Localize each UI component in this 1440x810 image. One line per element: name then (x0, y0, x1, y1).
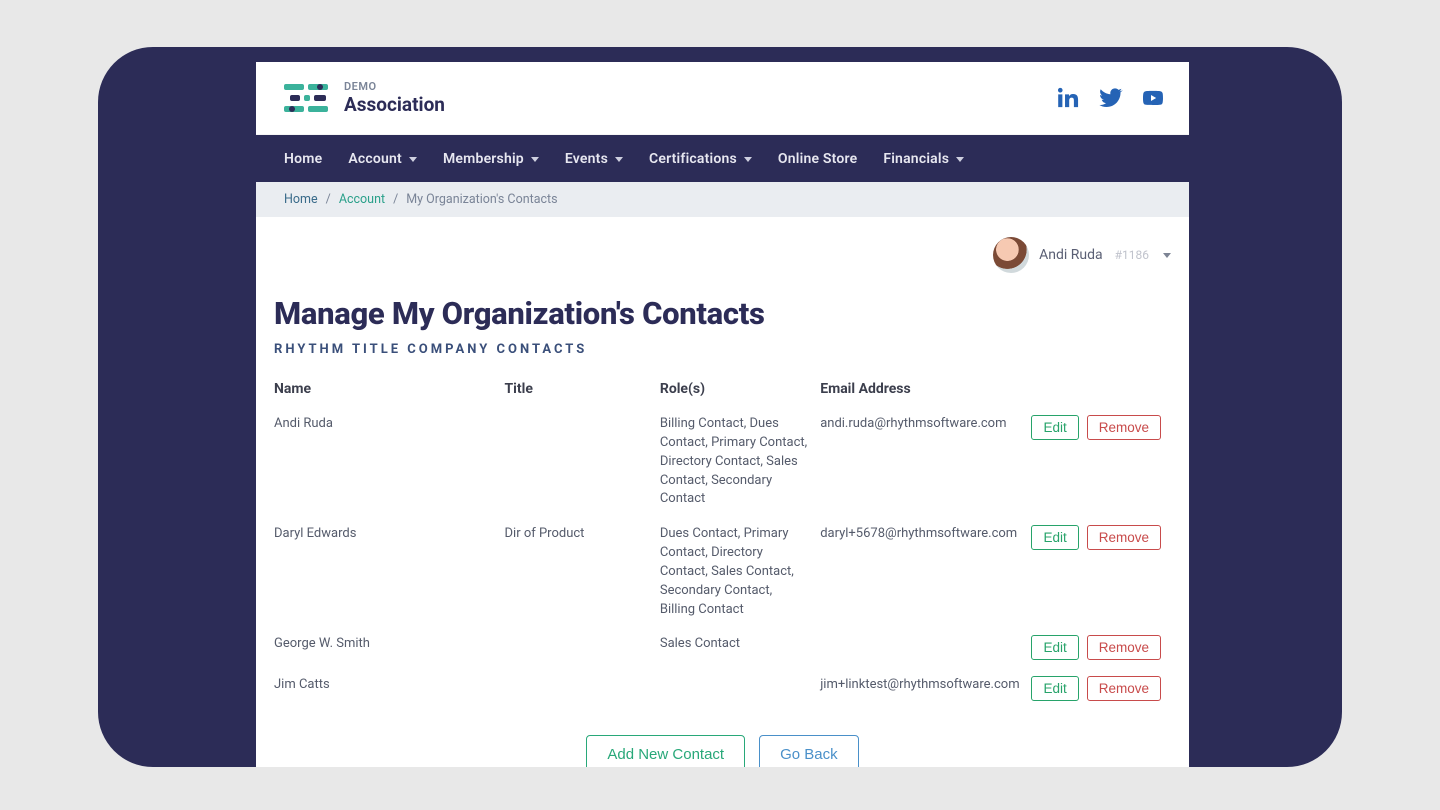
device-frame: DEMO Association Home Account Membership Ev… (98, 47, 1342, 767)
remove-button[interactable]: Remove (1087, 415, 1161, 440)
twitter-icon[interactable] (1099, 86, 1123, 110)
linkedin-icon[interactable] (1057, 86, 1081, 110)
cell-actions: Edit Remove (1031, 517, 1171, 627)
logo-bottom-text: Association (344, 93, 445, 116)
breadcrumb-sep: / (326, 192, 331, 207)
go-back-button[interactable]: Go Back (759, 735, 859, 767)
edit-button[interactable]: Edit (1031, 635, 1078, 660)
nav-item-membership[interactable]: Membership (443, 151, 539, 167)
chevron-down-icon (1163, 253, 1171, 258)
avatar (993, 237, 1029, 273)
nav-item-home[interactable]: Home (284, 151, 322, 167)
breadcrumb-account[interactable]: Account (339, 192, 385, 207)
breadcrumb-current: My Organization's Contacts (406, 192, 557, 207)
col-header-title: Title (505, 375, 660, 407)
nav-label: Online Store (778, 151, 857, 167)
nav-item-events[interactable]: Events (565, 151, 623, 167)
logo-text: DEMO Association (344, 80, 445, 116)
edit-button[interactable]: Edit (1031, 676, 1078, 701)
cell-roles: Sales Contact (660, 627, 820, 668)
bottom-actions: Add New Contact Go Back (274, 735, 1171, 767)
breadcrumb-sep: / (393, 192, 398, 207)
cell-title (505, 627, 660, 668)
edit-button[interactable]: Edit (1031, 525, 1078, 550)
col-header-name: Name (274, 375, 505, 407)
nav-label: Account (348, 151, 402, 167)
chevron-down-icon (615, 157, 623, 162)
cell-actions: Edit Remove (1031, 627, 1171, 668)
add-new-contact-button[interactable]: Add New Contact (586, 735, 745, 767)
cell-email: andi.ruda@rhythmsoftware.com (820, 407, 1030, 517)
nav-label: Financials (883, 151, 949, 167)
edit-button[interactable]: Edit (1031, 415, 1078, 440)
nav-label: Events (565, 151, 608, 167)
user-id: #1186 (1115, 248, 1149, 262)
nav-label: Membership (443, 151, 524, 167)
cell-title: Dir of Product (505, 517, 660, 627)
table-row: Jim Catts jim+linktest@rhythmsoftware.com… (274, 668, 1171, 709)
social-links (1057, 86, 1165, 110)
logo[interactable]: DEMO Association (284, 80, 445, 116)
main-nav: Home Account Membership Events Certification… (256, 135, 1189, 182)
table-row: Andi Ruda Billing Contact, Dues Contact, … (274, 407, 1171, 517)
nav-label: Home (284, 151, 322, 167)
cell-roles: Dues Contact, Primary Contact, Directory… (660, 517, 820, 627)
cell-name: Andi Ruda (274, 407, 505, 517)
page-title: Manage My Organization's Contacts (274, 295, 1171, 332)
logo-top-text: DEMO (344, 80, 445, 93)
page-subtitle: RHYTHM TITLE COMPANY CONTACTS (274, 342, 1171, 357)
breadcrumb-home[interactable]: Home (284, 192, 318, 207)
col-header-email: Email Address (820, 375, 1030, 407)
nav-label: Certifications (649, 151, 737, 167)
chevron-down-icon (744, 157, 752, 162)
cell-actions: Edit Remove (1031, 407, 1171, 517)
col-header-actions (1031, 375, 1171, 407)
nav-item-online-store[interactable]: Online Store (778, 151, 857, 167)
nav-item-account[interactable]: Account (348, 151, 417, 167)
cell-title (505, 407, 660, 517)
table-row: George W. Smith Sales Contact Edit Remove (274, 627, 1171, 668)
cell-title (505, 668, 660, 709)
chevron-down-icon (956, 157, 964, 162)
cell-name: Daryl Edwards (274, 517, 505, 627)
logo-mark-icon (284, 80, 332, 116)
page-content: Andi Ruda #1186 Manage My Organization's… (256, 217, 1189, 767)
nav-item-financials[interactable]: Financials (883, 151, 964, 167)
cell-name: Jim Catts (274, 668, 505, 709)
contacts-table: Name Title Role(s) Email Address Andi Ru… (274, 375, 1171, 709)
app-screen: DEMO Association Home Account Membership Ev… (256, 62, 1189, 767)
cell-roles: Billing Contact, Dues Contact, Primary C… (660, 407, 820, 517)
remove-button[interactable]: Remove (1087, 676, 1161, 701)
chevron-down-icon (531, 157, 539, 162)
breadcrumb: Home / Account / My Organization's Conta… (256, 182, 1189, 217)
nav-item-certifications[interactable]: Certifications (649, 151, 752, 167)
cell-email: daryl+5678@rhythmsoftware.com (820, 517, 1030, 627)
col-header-roles: Role(s) (660, 375, 820, 407)
remove-button[interactable]: Remove (1087, 525, 1161, 550)
cell-name: George W. Smith (274, 627, 505, 668)
table-row: Daryl EdwardsDir of ProductDues Contact,… (274, 517, 1171, 627)
chevron-down-icon (409, 157, 417, 162)
top-bar: DEMO Association (256, 62, 1189, 135)
cell-roles (660, 668, 820, 709)
youtube-icon[interactable] (1141, 86, 1165, 110)
cell-actions: Edit Remove (1031, 668, 1171, 709)
remove-button[interactable]: Remove (1087, 635, 1161, 660)
user-menu[interactable]: Andi Ruda #1186 (274, 237, 1171, 273)
cell-email: jim+linktest@rhythmsoftware.com (820, 668, 1030, 709)
cell-email (820, 627, 1030, 668)
user-name: Andi Ruda (1039, 247, 1103, 263)
